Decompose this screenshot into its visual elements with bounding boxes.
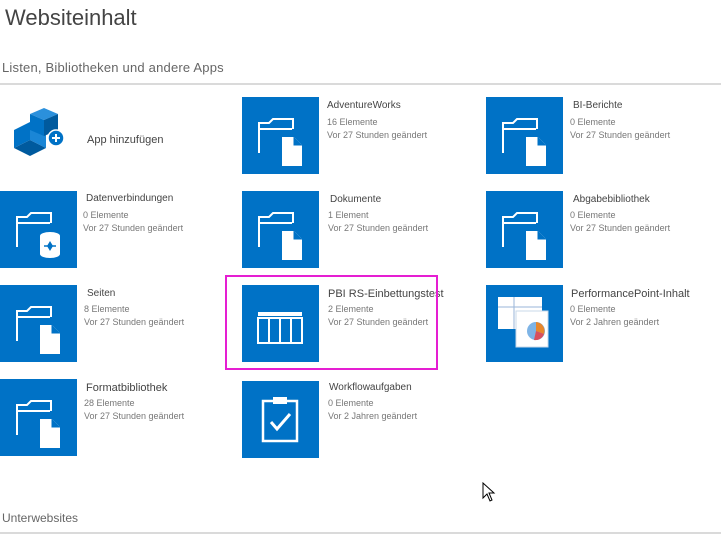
list-item-title[interactable]: Seiten <box>87 288 115 299</box>
item-count: 8 Elemente <box>84 304 130 314</box>
list-item-title[interactable]: Formatbibliothek <box>86 382 167 394</box>
item-count: 28 Elemente <box>84 398 135 408</box>
item-count: 0 Elemente <box>328 398 374 408</box>
item-modified: Vor 27 Stunden geändert <box>84 317 185 327</box>
list-item-title[interactable]: Datenverbindungen <box>86 193 173 204</box>
page-title: Websiteinhalt <box>5 5 137 30</box>
item-count: 0 Elemente <box>570 117 616 127</box>
document-library-icon[interactable] <box>242 97 319 174</box>
item-modified: Vor 2 Jahren geändert <box>570 317 660 327</box>
item-count: 0 Elemente <box>570 210 616 220</box>
document-library-icon[interactable] <box>0 285 77 362</box>
item-count: 0 Elemente <box>83 210 129 220</box>
section-heading: Listen, Bibliotheken und andere Apps <box>2 60 224 75</box>
list-item-title[interactable]: Dokumente <box>330 194 381 205</box>
subsites-heading: Unterwebsites <box>2 511 79 525</box>
list-item-title[interactable]: AdventureWorks <box>327 100 401 111</box>
custom-list-icon[interactable] <box>242 285 319 362</box>
document-library-icon[interactable] <box>242 191 319 268</box>
list-item-title[interactable]: Workflowaufgaben <box>329 382 412 393</box>
task-list-icon[interactable] <box>242 381 319 458</box>
item-modified: Vor 27 Stunden geändert <box>83 223 184 233</box>
list-item-title[interactable]: BI-Berichte <box>573 100 622 111</box>
item-count: 1 Element <box>328 210 369 220</box>
add-app-link[interactable]: App hinzufügen <box>87 134 163 146</box>
document-library-icon[interactable] <box>486 191 563 268</box>
mouse-cursor-icon <box>482 482 496 502</box>
item-modified: Vor 2 Jahren geändert <box>328 411 418 421</box>
document-library-icon[interactable] <box>486 97 563 174</box>
section-divider <box>0 83 721 85</box>
item-count: 2 Elemente <box>328 304 374 314</box>
item-modified: Vor 27 Stunden geändert <box>570 223 671 233</box>
add-app-icon[interactable] <box>8 108 72 166</box>
item-count: 16 Elemente <box>327 117 378 127</box>
item-modified: Vor 27 Stunden geändert <box>328 223 429 233</box>
performancepoint-content-icon[interactable] <box>486 285 563 362</box>
item-modified: Vor 27 Stunden geändert <box>328 317 429 327</box>
item-modified: Vor 27 Stunden geändert <box>570 130 671 140</box>
document-library-icon[interactable] <box>0 379 77 456</box>
list-item-title[interactable]: Abgabebibliothek <box>573 194 650 205</box>
list-item-title[interactable]: PerformancePoint-Inhalt <box>571 288 690 300</box>
item-count: 0 Elemente <box>570 304 616 314</box>
item-modified: Vor 27 Stunden geändert <box>84 411 185 421</box>
data-connection-library-icon[interactable] <box>0 191 77 268</box>
section-divider <box>0 532 721 534</box>
list-item-title[interactable]: PBI RS-Einbettungstest <box>328 288 444 300</box>
item-modified: Vor 27 Stunden geändert <box>327 130 428 140</box>
